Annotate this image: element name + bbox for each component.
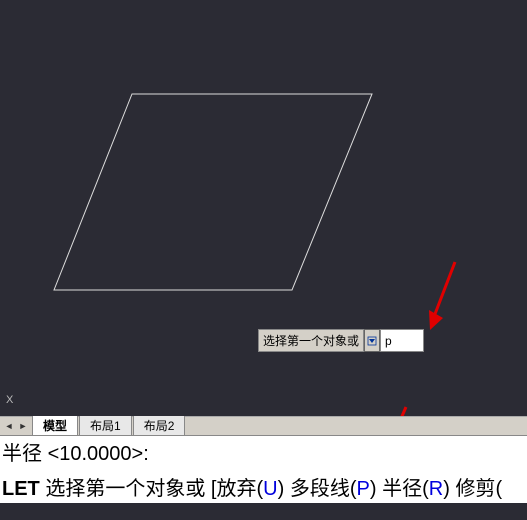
ucs-x-label: X: [6, 394, 13, 406]
dropdown-icon[interactable]: [364, 329, 380, 352]
opt-radius-label: 半径: [382, 478, 422, 500]
opt-polyline-key[interactable]: P: [357, 478, 370, 500]
opt-undo-label: 放弃: [216, 478, 256, 500]
tab-next-icon[interactable]: ►: [16, 419, 30, 433]
command-history-line: 半径 <10.0000>:: [0, 436, 527, 470]
cmd-prefix: LET: [2, 478, 40, 500]
layout-tab-bar: ◄ ► 模型 布局1 布局2: [0, 416, 527, 436]
colon: :: [143, 443, 149, 465]
cad-drawing-viewport[interactable]: X 选择第一个对象或: [0, 0, 527, 416]
dynamic-input-prompt: 选择第一个对象或: [258, 329, 364, 352]
dynamic-input-tooltip: 选择第一个对象或: [258, 329, 424, 352]
opt-polyline-label: 多段线: [290, 478, 350, 500]
radius-label: 半径: [2, 443, 42, 465]
tab-layout1[interactable]: 布局1: [79, 416, 132, 436]
opt-undo-key[interactable]: U: [263, 478, 277, 500]
command-prompt-line[interactable]: LET 选择第一个对象或 [放弃(U) 多段线(P) 半径(R) 修剪(: [0, 470, 527, 503]
opt-trim-label: 修剪: [455, 478, 495, 500]
cmd-select-prompt: 选择第一个对象或: [45, 478, 205, 500]
command-window[interactable]: 半径 <10.0000>: LET 选择第一个对象或 [放弃(U) 多段线(P)…: [0, 436, 527, 503]
tab-layout2[interactable]: 布局2: [133, 416, 186, 436]
annotation-arrow-1: [425, 258, 465, 334]
parallelogram-shape: [52, 92, 374, 292]
dynamic-input-field[interactable]: [380, 329, 424, 352]
tab-nav-arrows: ◄ ►: [0, 419, 32, 433]
opt-radius-key[interactable]: R: [429, 478, 443, 500]
radius-value: <10.0000>: [48, 443, 144, 465]
tab-prev-icon[interactable]: ◄: [2, 419, 16, 433]
tab-model[interactable]: 模型: [32, 416, 78, 436]
